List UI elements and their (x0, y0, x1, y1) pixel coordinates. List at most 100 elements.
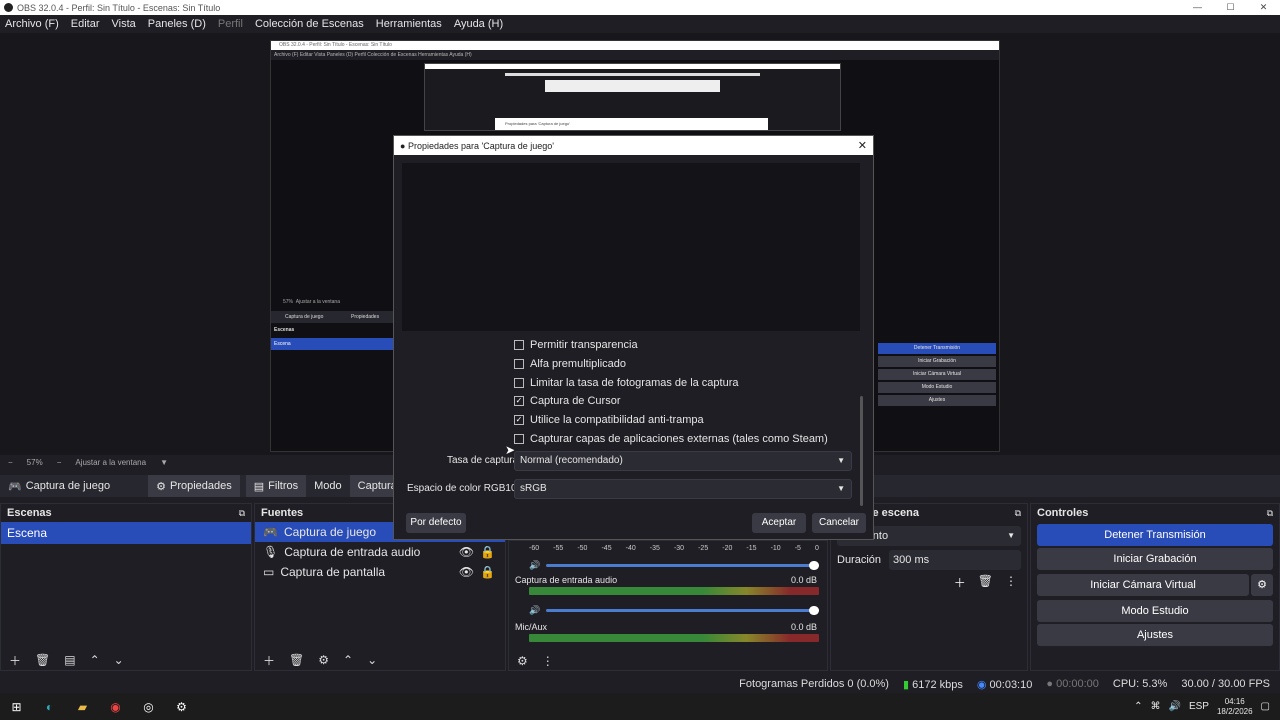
chrome-icon[interactable]: ◉ (99, 693, 132, 720)
nested-props: Propiedades (351, 314, 380, 320)
checkbox-row[interactable]: Limitar la tasa de fotogramas de la capt… (514, 377, 739, 389)
checkbox-checked[interactable]: ✓ (514, 415, 524, 425)
zoom-level[interactable]: 57% (27, 458, 43, 467)
undock-icon[interactable]: ⧉ (1015, 508, 1021, 519)
start-record-button[interactable]: Iniciar Grabación (1037, 548, 1273, 570)
lock-icon[interactable]: 🔒 (480, 545, 495, 559)
volume-icon[interactable]: 🔊 (1168, 701, 1180, 712)
chevron-down-icon[interactable]: ▼ (160, 458, 168, 467)
defaults-button[interactable]: Por defecto (406, 513, 466, 533)
file-explorer-icon[interactable]: ▰ (66, 693, 99, 720)
studio-mode-button[interactable]: Modo Estudio (1037, 600, 1273, 622)
lock-icon[interactable]: 🔒 (480, 565, 495, 579)
menu-coleccion[interactable]: Colección de Escenas (255, 18, 364, 30)
undock-icon[interactable]: ⧉ (1267, 508, 1273, 519)
obs-icon[interactable]: ◎ (132, 693, 165, 720)
checkbox[interactable] (514, 340, 524, 350)
duration-input[interactable]: 300 ms (889, 550, 1021, 570)
start-virtualcam-button[interactable]: Iniciar Cámara Virtual (1037, 574, 1249, 596)
fps: 30.00 / 30.00 FPS (1181, 678, 1270, 690)
filters-button[interactable]: ▤ Filtros (245, 475, 307, 497)
nested-scene: Escena (271, 338, 393, 350)
mic-icon: 🎙 (263, 545, 279, 559)
menu-perfil[interactable]: Perfil (218, 18, 243, 30)
more-icon[interactable]: ⋮ (542, 654, 554, 668)
color-space-select[interactable]: sRGB ▼ (514, 479, 852, 499)
checkbox[interactable] (514, 359, 524, 369)
checkbox-row[interactable]: ✓ Captura de Cursor (514, 395, 621, 407)
menu-archivo[interactable]: Archivo (F) (5, 18, 59, 30)
properties-button[interactable]: ⚙ Propiedades (148, 475, 240, 497)
more-icon[interactable]: ⋮ (1005, 574, 1017, 591)
capture-rate-select[interactable]: Normal (recomendado) ▼ (514, 451, 852, 471)
status-bar: Fotogramas Perdidos 0 (0.0%) ▮ 6172 kbps… (0, 675, 1280, 693)
down-icon[interactable]: ⌄ (114, 653, 124, 667)
close-button[interactable]: ✕ (1247, 0, 1280, 15)
volume-icon[interactable]: 🔊 (529, 560, 540, 571)
gear-icon[interactable]: ⚙ (517, 654, 528, 668)
sources-title: Fuentes (261, 507, 304, 519)
checkbox-row[interactable]: ✓ Utilice la compatibilidad anti-trampa (514, 414, 704, 426)
mouse-cursor-icon: ➤ (505, 443, 516, 457)
channel-name: Captura de entrada audio (515, 575, 618, 585)
cancel-button[interactable]: Cancelar (812, 513, 866, 533)
channel-db: 0.0 dB (790, 575, 817, 585)
checkbox[interactable] (514, 434, 524, 444)
record-icon: ● (1046, 678, 1054, 690)
checkbox-row[interactable]: Alfa premultiplicado (514, 358, 626, 370)
checkbox[interactable] (514, 378, 524, 388)
menu-vista[interactable]: Vista (112, 18, 136, 30)
stop-stream-button[interactable]: Detener Transmisión (1037, 524, 1273, 546)
up-icon[interactable]: ⌃ (343, 653, 353, 667)
gear-icon[interactable]: ⚙ (1251, 574, 1273, 596)
settings-button[interactable]: Ajustes (1037, 624, 1273, 646)
notifications-icon[interactable]: ▢ (1261, 701, 1270, 712)
filter-icon[interactable]: ▤ (64, 653, 75, 667)
checkbox-checked[interactable]: ✓ (514, 396, 524, 406)
trash-icon[interactable]: 🗑 (35, 653, 50, 667)
minimize-button[interactable]: — (1181, 0, 1214, 15)
trash-icon[interactable]: 🗑 (978, 574, 993, 591)
steam-icon[interactable]: ⚙ (165, 693, 198, 720)
close-icon[interactable]: ✕ (858, 139, 867, 152)
volume-slider[interactable] (546, 561, 819, 570)
volume-slider[interactable] (546, 606, 819, 615)
eye-icon[interactable]: 👁 (459, 545, 474, 559)
gear-icon[interactable]: ⚙ (318, 653, 329, 667)
add-icon[interactable]: ＋ (9, 652, 21, 669)
add-icon[interactable]: ＋ (263, 652, 275, 669)
monitor-icon: ▭ (263, 565, 275, 579)
add-icon[interactable]: ＋ (954, 574, 966, 591)
up-icon[interactable]: ⌃ (90, 653, 100, 667)
scene-item[interactable]: Escena (1, 522, 251, 544)
menu-herramientas[interactable]: Herramientas (376, 18, 442, 30)
tray-chevron-icon[interactable]: ⌃ (1134, 701, 1142, 712)
menu-editar[interactable]: Editar (71, 18, 100, 30)
accept-button[interactable]: Aceptar (752, 513, 806, 533)
language-indicator[interactable]: ESP (1189, 701, 1209, 712)
maximize-button[interactable]: ☐ (1214, 0, 1247, 15)
source-item[interactable]: 🎙 Captura de entrada audio 👁 🔒 (255, 542, 505, 562)
network-icon[interactable]: ⌘ (1150, 701, 1160, 712)
gamepad-icon: 🎮 (8, 480, 22, 493)
checkbox-row[interactable]: Capturar capas de aplicaciones externas … (514, 433, 828, 445)
source-item[interactable]: ▭ Captura de pantalla 👁 🔒 (255, 562, 505, 582)
edge-icon[interactable]: ◐ (33, 693, 66, 720)
volume-icon[interactable]: 🔊 (529, 605, 540, 616)
undock-icon[interactable]: ⧉ (239, 508, 245, 519)
fit-to-window[interactable]: Ajustar a la ventana (75, 458, 146, 467)
channel-name: Mic/Aux (515, 622, 548, 632)
nested-menu: Archivo (F) Editar Vista Paneles (D) Per… (271, 50, 999, 60)
menu-ayuda[interactable]: Ayuda (H) (454, 18, 503, 30)
down-icon[interactable]: ⌄ (367, 653, 377, 667)
checkbox-row[interactable]: Permitir transparencia (514, 339, 638, 351)
trash-icon[interactable]: 🗑 (289, 653, 304, 667)
menu-paneles[interactable]: Paneles (D) (148, 18, 206, 30)
scrollbar[interactable] (860, 396, 863, 506)
windows-start-icon[interactable]: ⊞ (0, 693, 33, 720)
audio-meter (529, 634, 819, 642)
menu-bar: Archivo (F) Editar Vista Paneles (D) Per… (0, 15, 1280, 33)
eye-icon[interactable]: 👁 (459, 565, 474, 579)
dropped-frames: Fotogramas Perdidos 0 (0.0%) (739, 678, 889, 690)
clock[interactable]: 04:16 18/2/2026 (1217, 697, 1253, 717)
